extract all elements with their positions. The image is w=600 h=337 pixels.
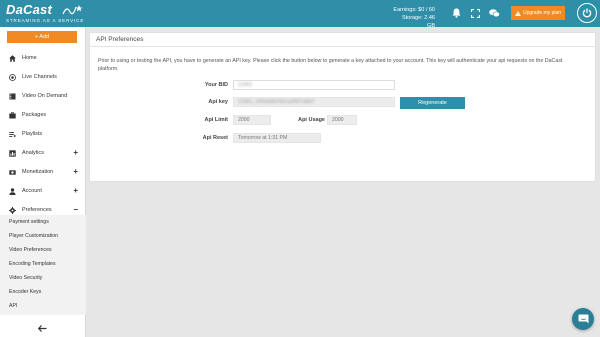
chat-icon[interactable] <box>488 7 500 19</box>
api-preferences-panel: API Preferences Prior to using or testin… <box>89 32 596 182</box>
sidebar-item-monetization[interactable]: Monetization + <box>0 163 86 181</box>
api-limit-field[interactable]: 2000 <box>233 115 271 125</box>
submenu-item-encoding-templates[interactable]: Encoding Templates <box>9 261 56 267</box>
package-icon <box>8 111 16 119</box>
support-chat-icon[interactable] <box>572 308 594 330</box>
money-icon <box>8 169 16 176</box>
earnings-text: Earnings: $0 / 60 <box>393 7 435 13</box>
collapse-minus-icon[interactable]: − <box>73 205 78 214</box>
submenu-item-video-security[interactable]: Video Security <box>9 275 42 281</box>
regenerate-button[interactable]: Regenerate <box>400 97 465 109</box>
panel-title: API Preferences <box>90 33 595 47</box>
api-usage-field[interactable]: 2000 <box>327 115 357 125</box>
sidebar-item-packages[interactable]: Packages <box>0 106 86 124</box>
logo-swoosh-icon <box>62 5 83 15</box>
expand-icon[interactable] <box>469 7 481 19</box>
api-key-value: 12461_1f93ab8e09e1a2667a8d7 <box>238 99 315 105</box>
sidebar-item-label: Account <box>22 188 42 194</box>
submenu-item-player-customization[interactable]: Player Customization <box>9 233 58 239</box>
api-key-label: Api key <box>208 99 228 105</box>
sidebar-item-label: Home <box>22 55 37 61</box>
sidebar-item-account[interactable]: Account + <box>0 182 86 200</box>
sidebar: + Add Home Live Channels Video On Demand… <box>0 27 86 337</box>
sidebar-item-home[interactable]: Home <box>0 49 86 67</box>
sidebar-item-label: Packages <box>22 112 47 118</box>
sidebar-item-playlists[interactable]: Playlists <box>0 125 86 143</box>
sidebar-item-analytics[interactable]: Analytics + <box>0 144 86 162</box>
gear-icon <box>8 206 16 214</box>
submenu-item-api[interactable]: API <box>9 303 17 309</box>
collapse-sidebar-arrow-icon[interactable] <box>36 323 48 333</box>
sidebar-item-live-channels[interactable]: Live Channels <box>0 68 86 86</box>
upgrade-label: Upgrade my plan <box>522 10 562 16</box>
add-button[interactable]: + Add <box>7 31 77 43</box>
logo-tagline: STREAMING AS A SERVICE <box>6 18 85 23</box>
api-key-field[interactable]: 12461_1f93ab8e09e1a2667a8d7 <box>233 97 395 107</box>
api-intro-text: Prior to using or testing the API, you h… <box>98 58 563 72</box>
top-bar: DaCast STREAMING AS A SERVICE Earnings: … <box>0 0 600 30</box>
sidebar-item-label: Preferences <box>22 207 52 213</box>
dacast-logo[interactable]: DaCast STREAMING AS A SERVICE <box>6 3 85 24</box>
sidebar-item-label: Playlists <box>22 131 43 137</box>
submenu-item-payment-settings[interactable]: Payment settings <box>9 219 49 225</box>
power-icon[interactable] <box>577 3 597 23</box>
sidebar-item-label: Analytics <box>22 150 45 156</box>
bid-value: 12461 <box>238 82 253 88</box>
api-reset-field[interactable]: Tomorrow at 1:31 PM <box>233 133 321 143</box>
api-reset-label: Api Reset <box>202 135 228 141</box>
home-icon <box>8 54 16 62</box>
playlist-icon <box>8 131 16 138</box>
submenu-item-video-preferences[interactable]: Video Preferences <box>9 247 52 253</box>
live-icon <box>8 73 16 81</box>
api-usage-label: Api Usage <box>298 117 325 123</box>
expand-plus-icon[interactable]: + <box>73 186 78 195</box>
analytics-icon <box>8 149 16 157</box>
api-limit-label: Api Limit <box>204 117 228 123</box>
sidebar-item-label: Monetization <box>22 169 54 175</box>
submenu-item-encoder-keys[interactable]: Encoder Keys <box>9 289 41 295</box>
bid-field[interactable]: 12461 <box>233 80 395 90</box>
user-icon <box>8 187 16 195</box>
storage-text: Storage: 2.46 GB <box>401 15 435 29</box>
sidebar-item-label: Video On Demand <box>22 93 68 99</box>
expand-plus-icon[interactable]: + <box>73 148 78 157</box>
sidebar-item-label: Live Channels <box>22 74 57 80</box>
earnings-storage: Earnings: $0 / 60 Storage: 2.46 GB <box>393 6 435 30</box>
expand-plus-icon[interactable]: + <box>73 167 78 176</box>
bid-label: Your BID <box>204 82 228 88</box>
preferences-submenu: Payment settings Player Customization Vi… <box>0 215 86 315</box>
warning-icon <box>514 10 521 16</box>
sidebar-item-video-on-demand[interactable]: Video On Demand <box>0 87 86 105</box>
upgrade-plan-button[interactable]: Upgrade my plan <box>511 6 565 20</box>
video-icon <box>8 93 16 100</box>
bell-icon[interactable] <box>450 7 462 19</box>
